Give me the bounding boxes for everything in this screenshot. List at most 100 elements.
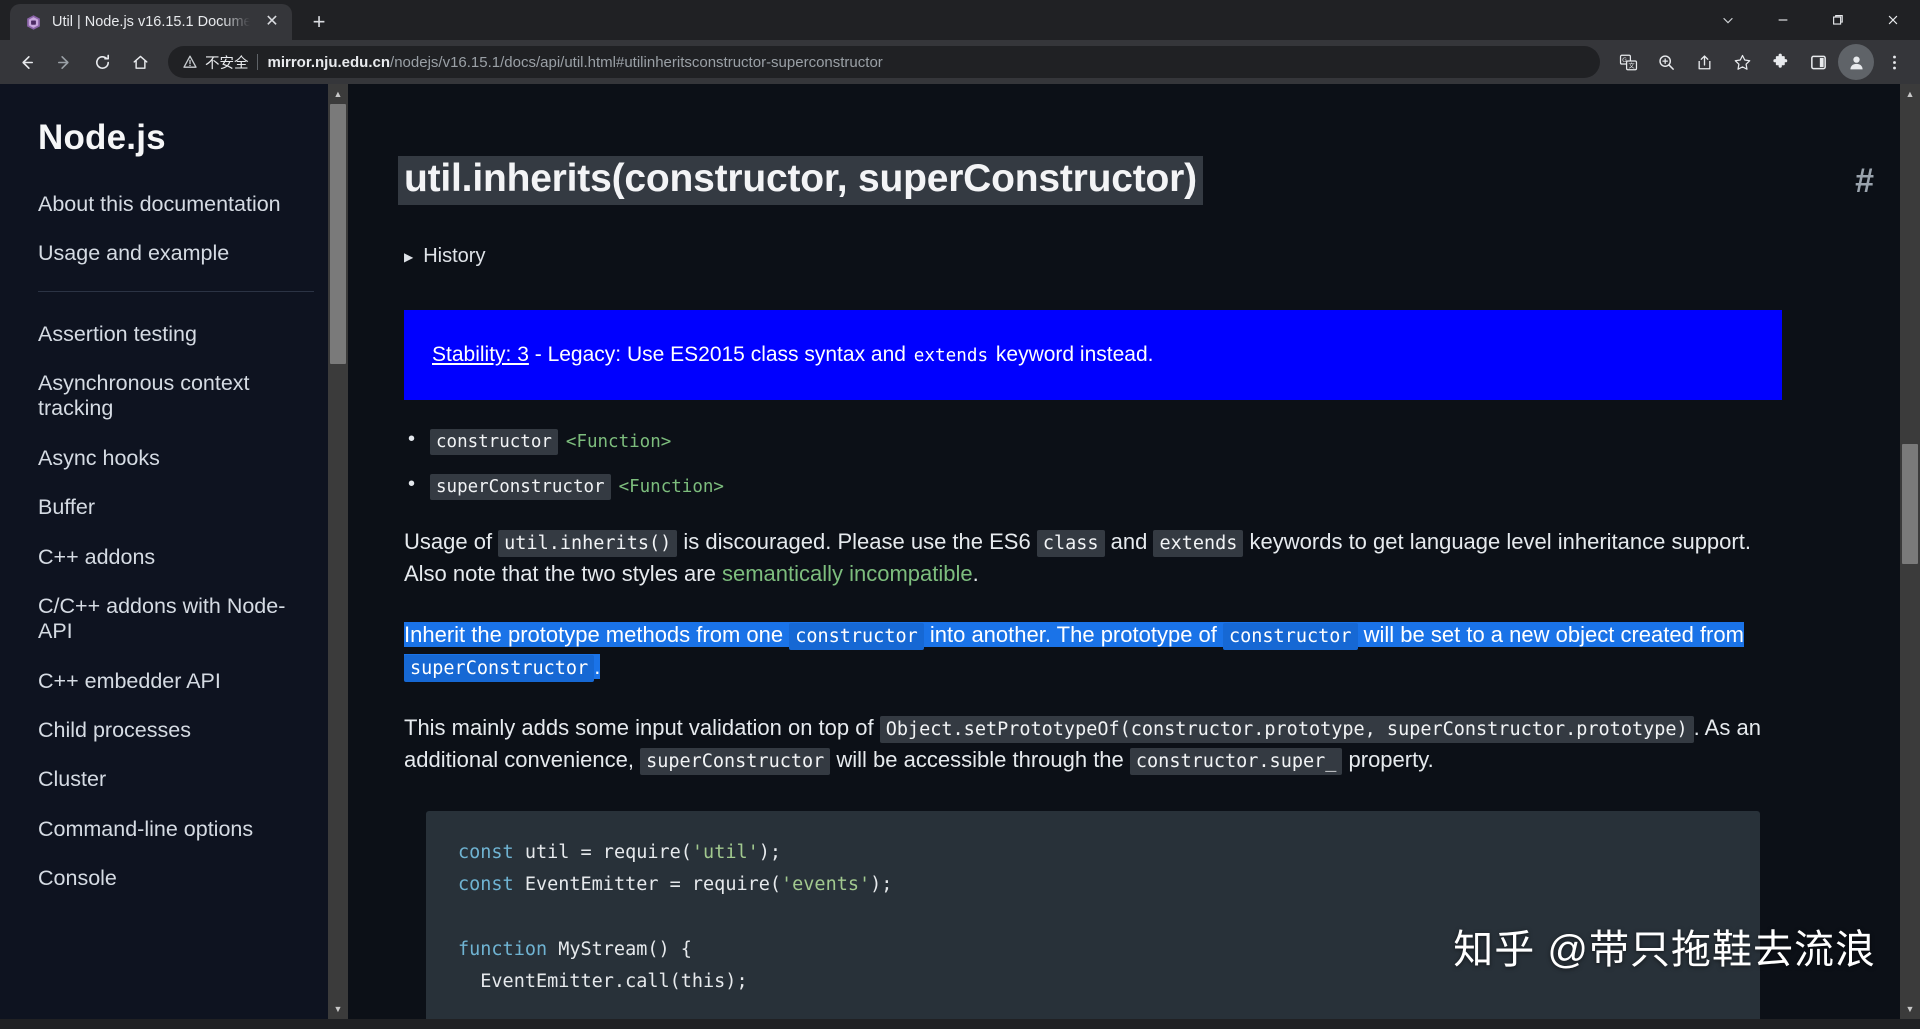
bookmark-star-icon[interactable]	[1724, 44, 1760, 80]
code-block: const util = require('util'); const Even…	[426, 811, 1760, 1019]
tab-title: Util | Node.js v16.15.1 Docume	[52, 14, 250, 30]
close-window-icon[interactable]	[1865, 0, 1920, 40]
nodejs-shield-icon	[24, 13, 42, 31]
share-icon[interactable]	[1686, 44, 1722, 80]
sidebar-item-child-processes[interactable]: Child processes	[38, 718, 314, 743]
list-item: superConstructor <Function>	[408, 473, 1782, 500]
omnibox-divider	[256, 54, 258, 70]
history-disclosure[interactable]: ▶ History	[404, 245, 1782, 268]
semantically-incompatible-link[interactable]: semantically incompatible	[722, 561, 973, 586]
sidebar-divider	[38, 290, 314, 292]
stability-text-before: Legacy: Use ES2015 class syntax and	[547, 343, 912, 367]
stability-link[interactable]: Stability: 3	[432, 343, 529, 366]
paragraph-usage: Usage of util.inherits() is discouraged.…	[404, 526, 1782, 591]
sidebar-item-console[interactable]: Console	[38, 866, 314, 891]
browser-toolbar: 不安全 mirror.nju.edu.cn/nodejs/v16.15.1/do…	[0, 40, 1920, 84]
param-type-link[interactable]: <Function>	[619, 477, 724, 497]
code-token: EventEmitter = require(	[513, 874, 782, 896]
anchor-link-icon[interactable]: #	[1855, 162, 1874, 201]
inline-code-util-inherits: util.inherits()	[498, 529, 678, 557]
code-block-content: const util = require('util'); const Even…	[458, 842, 892, 992]
paragraph-inherit-selected: Inherit the prototype methods from one c…	[404, 619, 1782, 684]
inline-code-superconstructor: superConstructor	[404, 655, 595, 683]
stability-text-after: keyword instead.	[990, 343, 1154, 367]
selected-text-fragment: Inherit the prototype methods from one	[404, 621, 790, 647]
sidebar-scrollbar-thumb[interactable]	[330, 104, 346, 364]
url-host: mirror.nju.edu.cn	[267, 53, 391, 71]
scroll-up-arrow-icon[interactable]: ▲	[328, 84, 348, 104]
code-token: EventEmitter.call(this);	[458, 970, 748, 992]
text-fragment: property.	[1342, 747, 1434, 773]
window-bottom-edge	[0, 1019, 1920, 1029]
back-icon[interactable]	[8, 44, 44, 80]
text-fragment: .	[972, 561, 979, 587]
address-bar[interactable]: 不安全 mirror.nju.edu.cn/nodejs/v16.15.1/do…	[168, 46, 1600, 78]
selected-text-fragment: will be set to a new object created from	[1357, 621, 1744, 647]
side-panel-icon[interactable]	[1800, 44, 1836, 80]
page-viewport: Node.js About this documentation Usage a…	[0, 84, 1920, 1019]
text-fragment: is discouraged. Please use the ES6	[677, 528, 1037, 554]
content-inner: util.inherits(constructor, superConstruc…	[348, 84, 1838, 1019]
zoom-icon[interactable]	[1648, 44, 1684, 80]
maximize-restore-icon[interactable]	[1810, 0, 1865, 40]
minimize-icon[interactable]	[1755, 0, 1810, 40]
selected-text-fragment: into another. The prototype of	[923, 621, 1223, 647]
page-scrollbar-thumb[interactable]	[1902, 444, 1918, 564]
three-dot-menu-icon[interactable]	[1876, 44, 1912, 80]
sidebar-item-assertion-testing[interactable]: Assertion testing	[38, 322, 314, 347]
tab-search-chevron-down-icon[interactable]	[1700, 0, 1755, 40]
reload-icon[interactable]	[84, 44, 120, 80]
forward-icon[interactable]	[46, 44, 82, 80]
window-controls	[1700, 0, 1920, 40]
inline-code-class: class	[1036, 529, 1105, 557]
sidebar-item-async-hooks[interactable]: Async hooks	[38, 446, 314, 471]
inline-code-setprototypeof: Object.setPrototypeOf(constructor.protot…	[879, 715, 1694, 743]
sidebar-item-cpp-embedder-api[interactable]: C++ embedder API	[38, 669, 314, 694]
code-token: const	[458, 842, 514, 863]
url-text: mirror.nju.edu.cn/nodejs/v16.15.1/docs/a…	[268, 54, 1595, 71]
warning-triangle-icon	[183, 55, 197, 68]
not-secure-warning[interactable]: 不安全	[182, 52, 249, 73]
new-tab-button[interactable]: +	[302, 5, 336, 39]
param-type-link[interactable]: <Function>	[566, 432, 671, 452]
inline-code-extends: extends	[1153, 529, 1244, 557]
profile-avatar-icon[interactable]	[1838, 44, 1874, 80]
tab-strip: Util | Node.js v16.15.1 Docume ✕ +	[0, 0, 1920, 40]
text-fragment: This mainly adds some input validation o…	[404, 714, 880, 740]
extensions-puzzle-icon[interactable]	[1762, 44, 1798, 80]
sidebar-item-command-line-options[interactable]: Command-line options	[38, 817, 314, 842]
sidebar-scrollbar[interactable]: ▲ ▼	[328, 84, 348, 1019]
scroll-up-arrow-icon[interactable]: ▲	[1900, 84, 1920, 104]
inline-code-constructor: constructor	[789, 622, 924, 650]
docs-content: # util.inherits(constructor, superConstr…	[348, 84, 1920, 1019]
sidebar-brand: Node.js	[38, 118, 166, 157]
text-fragment: will be accessible through the	[830, 747, 1130, 773]
translate-icon[interactable]: G 文	[1610, 44, 1646, 80]
scroll-down-arrow-icon[interactable]: ▼	[328, 999, 348, 1019]
sidebar-item-cpp-addons[interactable]: C++ addons	[38, 545, 314, 570]
text-fragment: Usage of	[404, 528, 499, 554]
security-label: 不安全	[205, 55, 249, 72]
page-scrollbar[interactable]: ▲ ▼	[1900, 84, 1920, 1019]
watermark-text: 知乎 @带只拖鞋去流浪	[1453, 928, 1876, 972]
history-label: History	[423, 245, 486, 268]
sidebar-item-cluster[interactable]: Cluster	[38, 767, 314, 792]
inline-code-constructor: constructor	[1223, 622, 1358, 650]
code-token: 'events'	[781, 874, 871, 896]
sidebar-item-about-this-documentation[interactable]: About this documentation	[38, 192, 314, 217]
browser-tab[interactable]: Util | Node.js v16.15.1 Docume ✕	[10, 4, 292, 40]
home-icon[interactable]	[122, 44, 158, 80]
text-fragment: and	[1104, 528, 1154, 554]
sidebar-item-buffer[interactable]: Buffer	[38, 495, 314, 520]
sidebar-item-asynchronous-context-tracking[interactable]: Asynchronous context tracking	[38, 371, 314, 422]
code-token: );	[758, 842, 782, 863]
sidebar-content: Node.js About this documentation Usage a…	[0, 118, 348, 891]
sidebar-item-usage-and-example[interactable]: Usage and example	[38, 241, 314, 266]
parameter-list: constructor <Function> superConstructor <F…	[404, 428, 1782, 500]
sidebar-item-c-cpp-addons-with-node-api[interactable]: C/C++ addons with Node-API	[38, 594, 314, 645]
scroll-down-arrow-icon[interactable]: ▼	[1900, 999, 1920, 1019]
triangle-right-icon: ▶	[404, 249, 414, 264]
code-token: MyStream() {	[547, 938, 692, 960]
code-token: );	[870, 874, 893, 896]
close-icon[interactable]: ✕	[260, 10, 284, 34]
